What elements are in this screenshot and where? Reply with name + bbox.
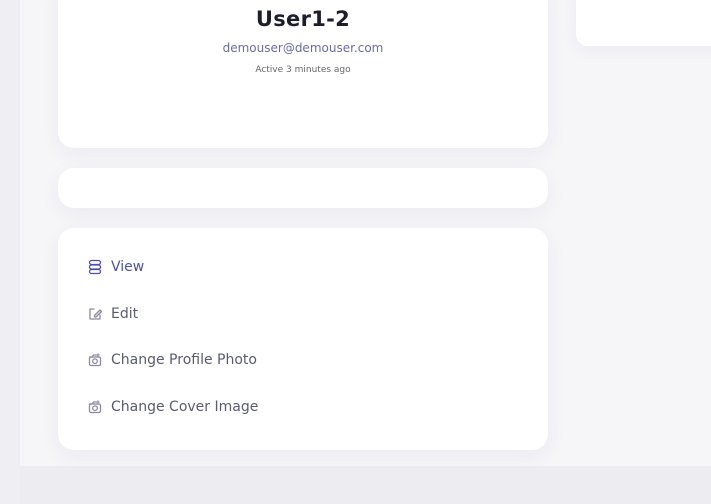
profile-active-status: Active 3 minutes ago — [255, 65, 351, 75]
right-panel-card — [576, 0, 711, 46]
profile-actions-card: View Edit Change Profile Photo Change Co… — [58, 228, 548, 450]
change-profile-photo-link[interactable]: Change Profile Photo — [87, 349, 257, 371]
change-cover-image-label: Change Cover Image — [111, 399, 259, 415]
profile-email: demouser@demouser.com — [222, 41, 384, 55]
change-profile-photo-label: Change Profile Photo — [111, 352, 257, 368]
edit-profile-link[interactable]: Edit — [87, 303, 138, 325]
view-profile-link[interactable]: View — [87, 256, 144, 278]
profile-card: User1-2 demouser@demouser.com Active 3 m… — [58, 0, 548, 148]
camera-icon — [87, 399, 103, 415]
view-icon — [87, 259, 103, 275]
camera-icon — [87, 352, 103, 368]
empty-card — [58, 168, 548, 208]
edit-icon — [87, 306, 103, 322]
edit-profile-label: Edit — [111, 306, 139, 322]
profile-name: User1-2 — [255, 7, 351, 31]
left-sidebar-strip — [0, 0, 20, 504]
change-cover-image-link[interactable]: Change Cover Image — [87, 396, 258, 418]
footer-band — [20, 466, 711, 504]
view-profile-label: View — [111, 259, 145, 275]
